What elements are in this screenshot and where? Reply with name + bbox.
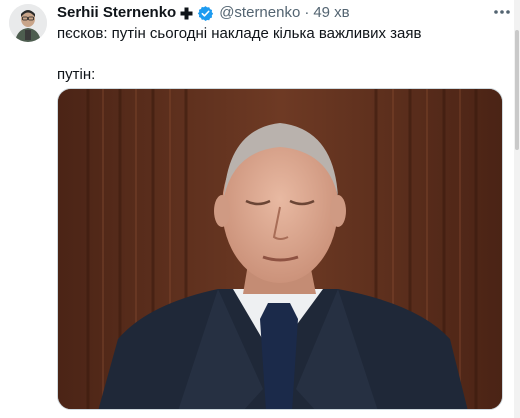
author-name[interactable]: Serhii Sternenko	[57, 4, 176, 22]
tweet-text-line: пєсков: путін сьогодні накладе кілька ва…	[57, 25, 422, 42]
photo-image	[58, 89, 502, 409]
tweet-photo[interactable]	[57, 88, 503, 410]
more-options-icon[interactable]	[492, 2, 512, 22]
tweet: Serhii Sternenko @sternenko · 49 хв пєск…	[0, 0, 520, 418]
author-handle[interactable]: @sternenko	[219, 4, 300, 22]
tweet-text-line: путін:	[57, 66, 96, 83]
tweet-header: Serhii Sternenko @sternenko · 49 хв	[57, 4, 350, 22]
scrollbar[interactable]	[514, 0, 520, 418]
separator-dot: ·	[304, 4, 310, 21]
avatar-photo-icon	[9, 4, 47, 42]
verified-badge-icon	[197, 5, 214, 22]
tweet-timestamp[interactable]: 49 хв	[313, 4, 349, 22]
cross-badge-icon	[180, 7, 193, 20]
scrollbar-thumb[interactable]	[515, 30, 519, 150]
author-avatar[interactable]	[9, 4, 47, 42]
